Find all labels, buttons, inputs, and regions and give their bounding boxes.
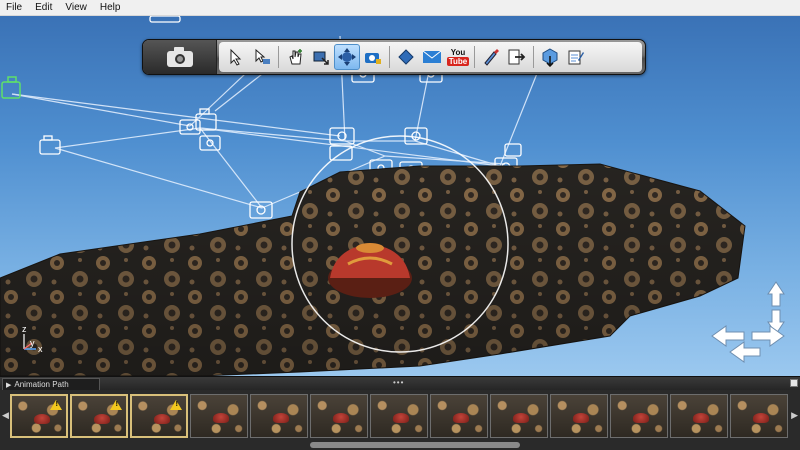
svg-text:y: y: [30, 338, 35, 348]
keyframe-thumbnail[interactable]: [670, 394, 728, 438]
orbit-tool-button[interactable]: [334, 44, 360, 70]
camera-icon: [504, 143, 522, 157]
panel-resize-grip[interactable]: •••: [393, 378, 404, 387]
main-toolbar: You Tube: [142, 39, 646, 75]
keyframe-thumbnail[interactable]: [370, 394, 428, 438]
edit-properties-button[interactable]: [563, 44, 589, 70]
menu-help[interactable]: Help: [94, 0, 128, 16]
share-button[interactable]: [393, 44, 419, 70]
camera-icon: [179, 119, 201, 135]
view-navigation-arrows: [711, 281, 785, 363]
camera-icon: [199, 135, 221, 151]
toolbar-separator: [389, 46, 390, 68]
svg-text:x: x: [38, 344, 43, 354]
move-camera-button[interactable]: [308, 44, 334, 70]
notepad-icon: [568, 50, 584, 65]
panel-scroll-indicator[interactable]: [790, 379, 798, 387]
email-icon: [422, 50, 442, 63]
keyframe-thumbnail[interactable]: [610, 394, 668, 438]
camera-icon: [39, 135, 61, 155]
3d-viewport[interactable]: z x y You Tube: [0, 16, 800, 376]
menu-bar: File Edit View Help: [0, 0, 800, 16]
keyframe-thumbnail[interactable]: [550, 394, 608, 438]
menu-view[interactable]: View: [59, 0, 94, 16]
camera-icon: [149, 16, 181, 23]
camera-icon: [166, 47, 193, 67]
camera-icon: [249, 201, 273, 219]
keyframe-thumbnail[interactable]: [310, 394, 368, 438]
keyframe-thumbnail[interactable]: !: [130, 394, 188, 438]
keyframe-thumbnail[interactable]: [430, 394, 488, 438]
keyframe-thumbnail[interactable]: !: [10, 394, 68, 438]
keyframe-thumbnail[interactable]: [730, 394, 788, 438]
expand-triangle-icon[interactable]: ▶: [6, 381, 11, 389]
export-icon: [508, 49, 526, 65]
cube-download-icon: [542, 48, 558, 67]
toolbar-separator: [533, 46, 534, 68]
snapshot-button[interactable]: [360, 44, 386, 70]
keyframe-thumbnail[interactable]: [190, 394, 248, 438]
camera-move-icon: [313, 51, 329, 65]
youtube-icon: You Tube: [446, 48, 470, 66]
camera-lock-icon: [365, 53, 381, 64]
scroll-left-icon[interactable]: ◀: [2, 410, 9, 421]
arrow-pan-icon: [729, 341, 761, 363]
hand-plus-icon: [289, 49, 302, 65]
timeline-scrollbar[interactable]: [310, 442, 520, 448]
animation-path-tab[interactable]: ▶ Animation Path: [2, 378, 100, 390]
scroll-right-icon[interactable]: ▶: [791, 410, 798, 421]
arrow-up-icon: [767, 281, 785, 307]
youtube-button[interactable]: You Tube: [445, 44, 471, 70]
add-camera-button[interactable]: [282, 44, 308, 70]
camera-mode-button[interactable]: [143, 40, 217, 74]
orbit-icon: [338, 48, 356, 66]
select-tool-button[interactable]: [223, 44, 249, 70]
toolbar-separator: [474, 46, 475, 68]
keyframe-thumbnail[interactable]: !: [70, 394, 128, 438]
measure-button[interactable]: [478, 44, 504, 70]
pen-icon: [484, 49, 499, 66]
menu-file[interactable]: File: [0, 0, 29, 16]
email-button[interactable]: [419, 44, 445, 70]
arrow-left-icon: [711, 325, 745, 347]
pointer-camera-icon: [255, 48, 270, 64]
export-button[interactable]: [504, 44, 530, 70]
download-model-button[interactable]: [537, 44, 563, 70]
menu-edit[interactable]: Edit: [29, 0, 59, 16]
keyframe-strip: ! ! !: [10, 394, 788, 438]
toolbar-tools: You Tube: [219, 42, 642, 72]
pointer-icon: [230, 48, 242, 66]
tag-icon: [398, 49, 414, 65]
svg-text:z: z: [22, 324, 27, 334]
animation-panel-header: ▶ Animation Path •••: [0, 377, 800, 390]
select-camera-button[interactable]: [249, 44, 275, 70]
camera-icon: [329, 127, 355, 145]
animation-path-label: Animation Path: [14, 380, 69, 389]
keyframe-thumbnail[interactable]: [490, 394, 548, 438]
toolbar-separator: [278, 46, 279, 68]
keyframe-thumbnail[interactable]: [250, 394, 308, 438]
animation-path-panel: ▶ Animation Path ••• ◀ ! ! ! ▶: [0, 376, 800, 450]
